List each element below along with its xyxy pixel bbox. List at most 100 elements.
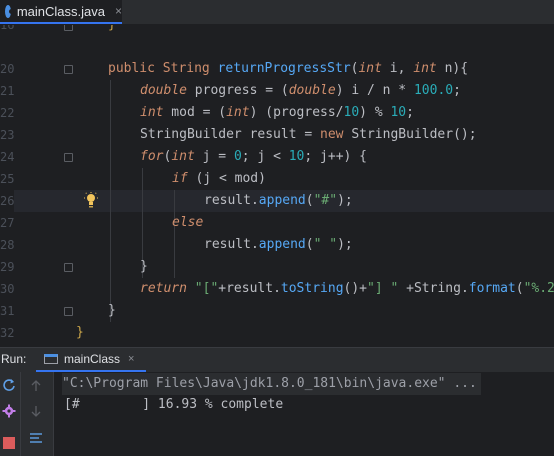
text: ; [453,83,461,98]
code-line-23: StringBuilder result = new StringBuilder… [140,124,477,146]
line-number: 32 [0,326,15,340]
code-line-27: else [172,212,203,234]
run-config-icon [44,354,58,364]
run-panel: "C:\Program Files\Java\jdk1.8.0_181\bin\… [0,372,554,456]
java-class-icon [5,4,14,18]
run-toolbar-secondary [21,372,54,456]
number: 10 [288,149,305,164]
kw: public [108,61,155,76]
line-number: 25 [0,172,15,186]
fold-marker[interactable] [64,65,73,74]
line-number: 24 [0,150,15,164]
close-icon[interactable]: × [128,353,134,365]
tab-mainclass-java[interactable]: mainClass.java × [0,0,122,24]
code-line-32: } [76,325,84,340]
editor-tab-bar: mainClass.java × [0,0,554,25]
code-area[interactable]: } public String returnProgressStr(int i,… [76,25,554,343]
tab-label: mainClass.java [16,3,105,19]
console-command: "C:\Program Files\Java\jdk1.8.0_181\bin\… [62,373,481,395]
text: result. [204,193,259,208]
type: int [171,149,195,164]
string: "%.2 [523,281,554,296]
line-number: 26 [0,194,15,208]
code-line-31: } [108,303,116,318]
text: StringBuilder(); [343,127,477,142]
text: ) i / n * [335,83,414,98]
text: +String. [398,281,469,296]
code-line-21: double progress = (double) i / n * 100.0… [140,80,461,102]
gear-icon[interactable] [2,404,16,418]
text: ); [337,193,353,208]
stop-icon[interactable] [3,437,15,449]
line-number: 20 [0,62,15,76]
run-tab-label: mainClass [64,352,121,366]
fold-marker[interactable] [64,263,73,272]
fold-marker[interactable] [64,153,73,162]
kw: return [140,281,187,296]
text: mod = ( [163,105,227,120]
type: double [140,83,187,98]
method-name: format [468,281,516,296]
fold-marker[interactable] [64,307,73,316]
text: ); [337,237,353,252]
line-number-gutter: 16 20 21 22 23 24 25 26 27 28 29 30 31 3… [0,25,73,343]
code-line-24: for(int j = 0; j < 10; j++) { [140,146,367,168]
method-name: append [258,237,306,252]
text: progress = ( [186,83,289,98]
line-number: 30 [0,282,15,296]
close-icon[interactable]: × [115,4,122,18]
fold-marker[interactable] [64,25,73,31]
text: ) (progress/ [249,105,344,120]
text: ()+ [343,281,368,296]
text: i, [381,61,414,76]
kw: else [172,215,204,230]
run-tool-header: Run: mainClass × [0,347,554,372]
code-line-22: int mod = (int) (progress/10) % 10; [140,102,414,124]
number: 10 [343,105,360,120]
text: ( [305,193,314,208]
text: StringBuilder result = [140,127,321,142]
text: ( [305,237,314,252]
run-label: Run: [1,352,27,366]
arrow-up-icon[interactable] [30,380,42,392]
type: int [413,61,437,76]
line-number: 31 [0,304,15,318]
method-name: append [258,193,306,208]
text: ; j < [241,149,289,164]
code-line-30: return "["+result.toString()+"] " +Strin… [140,278,554,300]
line-number: 22 [0,106,15,120]
string: "[" [194,281,219,296]
code-line-29: } [140,259,148,274]
code-line-20: public String returnProgressStr(int i, i… [108,58,468,80]
text: +result. [218,281,281,296]
line-number: 21 [0,84,15,98]
text: (j < mod) [187,171,266,186]
text: ) % [359,105,391,120]
code-line-26: result.append("#"); [204,190,353,212]
kw: if [172,171,188,186]
console-output[interactable]: "C:\Program Files\Java\jdk1.8.0_181\bin\… [54,372,554,456]
code-editor[interactable]: 16 20 21 22 23 24 25 26 27 28 29 30 31 3… [0,25,554,343]
type: int [358,61,382,76]
line-number: 23 [0,128,15,142]
type: int [226,105,250,120]
string: " " [313,237,338,252]
indent-guide [174,190,175,278]
run-tab-mainclass[interactable]: mainClass × [36,348,146,372]
kw: for [140,149,164,164]
ide-window: mainClass.java × 16 20 21 22 23 24 25 26… [0,0,554,456]
code-line-16: } [108,25,116,36]
text: ; [406,105,414,120]
soft-wrap-icon[interactable] [29,432,43,444]
text: ( [515,281,524,296]
number: 10 [390,105,407,120]
text: result. [204,237,259,252]
type: double [288,83,336,98]
line-number: 27 [0,216,15,230]
kw: new [320,127,344,142]
text: ; j++) { [304,149,368,164]
arrow-down-icon[interactable] [30,405,42,417]
rerun-icon[interactable] [2,378,16,392]
type: int [140,105,164,120]
code-line-28: result.append(" "); [204,234,353,256]
